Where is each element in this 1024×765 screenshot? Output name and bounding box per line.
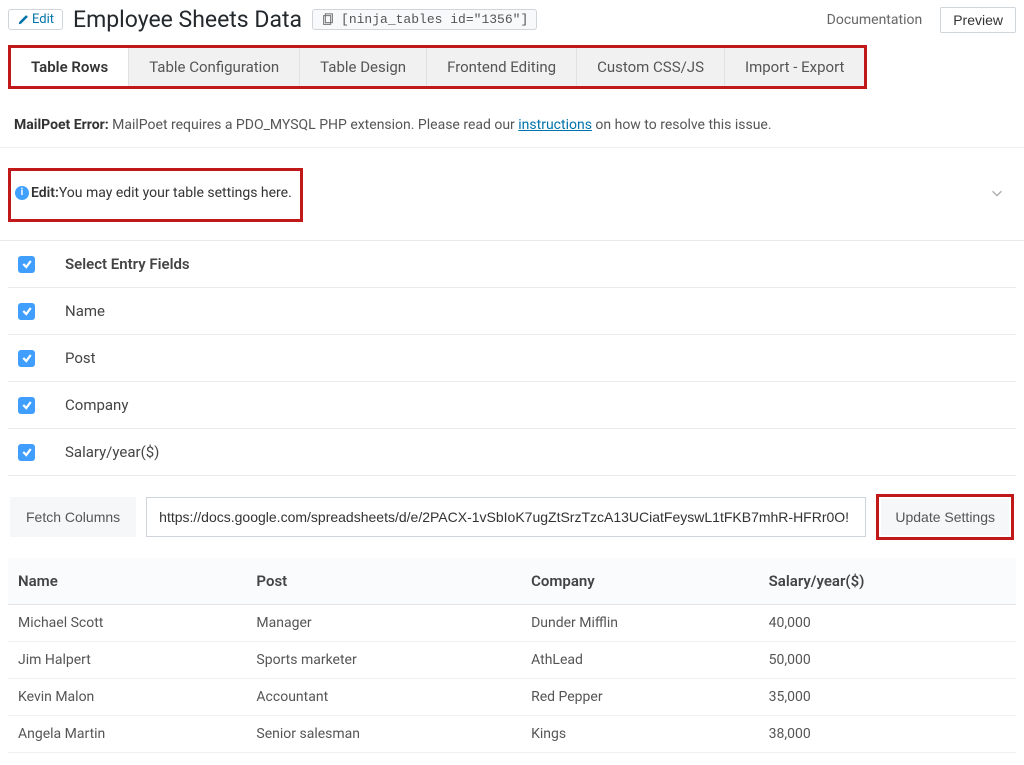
mailpoet-error-label: MailPoet Error: bbox=[14, 117, 109, 133]
table-cell: Kevin Malon bbox=[8, 679, 246, 716]
pencil-icon bbox=[17, 14, 29, 26]
settings-panel-header[interactable]: i Edit:You may edit your table settings … bbox=[0, 154, 1024, 241]
column-header[interactable]: Salary/year($) bbox=[759, 558, 1016, 605]
table-cell: 40,000 bbox=[759, 605, 1016, 642]
field-row: Company bbox=[8, 382, 1016, 429]
table-row: Kevin MalonAccountantRed Pepper35,000 bbox=[8, 679, 1016, 716]
table-cell: 50,000 bbox=[759, 642, 1016, 679]
mailpoet-error-tail: on how to resolve this issue. bbox=[592, 117, 772, 133]
select-all-checkbox[interactable] bbox=[18, 256, 35, 273]
page-header: Edit Employee Sheets Data [ninja_tables … bbox=[0, 0, 1024, 39]
data-table-wrap: NamePostCompanySalary/year($) Michael Sc… bbox=[0, 558, 1024, 765]
column-header[interactable]: Name bbox=[8, 558, 246, 605]
field-row: Salary/year($) bbox=[8, 429, 1016, 476]
tab-table-configuration[interactable]: Table Configuration bbox=[129, 48, 300, 86]
column-header[interactable]: Company bbox=[521, 558, 759, 605]
edit-hint-box: i Edit:You may edit your table settings … bbox=[8, 168, 303, 222]
fetch-columns-button[interactable]: Fetch Columns bbox=[10, 497, 136, 537]
data-table: NamePostCompanySalary/year($) Michael Sc… bbox=[8, 558, 1016, 753]
table-cell: Jim Halpert bbox=[8, 642, 246, 679]
table-cell: Red Pepper bbox=[521, 679, 759, 716]
edit-title-button[interactable]: Edit bbox=[8, 9, 63, 30]
table-cell: Dunder Mifflin bbox=[521, 605, 759, 642]
field-row: Name bbox=[8, 288, 1016, 335]
tab-table-design[interactable]: Table Design bbox=[300, 48, 427, 86]
tab-custom-css-js[interactable]: Custom CSS/JS bbox=[577, 48, 725, 86]
field-label: Post bbox=[65, 349, 96, 367]
copy-icon bbox=[321, 13, 335, 27]
field-checkbox[interactable] bbox=[18, 303, 35, 320]
tab-table-rows[interactable]: Table Rows bbox=[11, 48, 129, 86]
table-row: Michael ScottManagerDunder Mifflin40,000 bbox=[8, 605, 1016, 642]
table-cell: 38,000 bbox=[759, 716, 1016, 753]
update-settings-button[interactable]: Update Settings bbox=[881, 499, 1009, 535]
fields-header-row: Select Entry Fields bbox=[8, 241, 1016, 288]
page-title: Employee Sheets Data bbox=[73, 6, 302, 33]
table-cell: 35,000 bbox=[759, 679, 1016, 716]
table-cell: Manager bbox=[246, 605, 521, 642]
table-cell: Michael Scott bbox=[8, 605, 246, 642]
tab-import-export[interactable]: Import - Export bbox=[725, 48, 864, 86]
spreadsheet-url-input[interactable] bbox=[146, 497, 866, 537]
table-cell: Kings bbox=[521, 716, 759, 753]
mailpoet-error-text: MailPoet requires a PDO_MYSQL PHP extens… bbox=[109, 117, 519, 133]
action-bar: Fetch Columns Update Settings bbox=[0, 476, 1024, 558]
table-row: Jim HalpertSports marketerAthLead50,000 bbox=[8, 642, 1016, 679]
fields-section: Select Entry Fields Name Post Company Salar… bbox=[0, 241, 1024, 476]
shortcode-chip[interactable]: [ninja_tables id="1356"] bbox=[312, 9, 537, 30]
column-header[interactable]: Post bbox=[246, 558, 521, 605]
mailpoet-instructions-link[interactable]: instructions bbox=[518, 117, 592, 133]
edit-hint-text: You may edit your table settings here. bbox=[59, 185, 292, 201]
update-settings-highlight: Update Settings bbox=[876, 494, 1014, 540]
table-row: Angela MartinSenior salesmanKings38,000 bbox=[8, 716, 1016, 753]
preview-button[interactable]: Preview bbox=[940, 7, 1016, 33]
chevron-down-icon bbox=[990, 186, 1004, 204]
field-checkbox[interactable] bbox=[18, 397, 35, 414]
documentation-link[interactable]: Documentation bbox=[827, 12, 923, 28]
field-checkbox[interactable] bbox=[18, 350, 35, 367]
table-header-row: NamePostCompanySalary/year($) bbox=[8, 558, 1016, 605]
field-label: Salary/year($) bbox=[65, 443, 159, 461]
tab-frontend-editing[interactable]: Frontend Editing bbox=[427, 48, 577, 86]
fields-header-label: Select Entry Fields bbox=[65, 255, 190, 273]
table-cell: Accountant bbox=[246, 679, 521, 716]
table-cell: Senior salesman bbox=[246, 716, 521, 753]
field-label: Company bbox=[65, 396, 128, 414]
table-cell: Angela Martin bbox=[8, 716, 246, 753]
field-checkbox[interactable] bbox=[18, 444, 35, 461]
edit-title-label: Edit bbox=[32, 12, 54, 27]
tabs-bar: Table RowsTable ConfigurationTable Desig… bbox=[8, 45, 867, 89]
edit-hint-label: Edit: bbox=[31, 185, 59, 201]
field-row: Post bbox=[8, 335, 1016, 382]
mailpoet-notice: MailPoet Error: MailPoet requires a PDO_… bbox=[0, 103, 1024, 148]
table-cell: Sports marketer bbox=[246, 642, 521, 679]
field-label: Name bbox=[65, 302, 105, 320]
shortcode-text: [ninja_tables id="1356"] bbox=[341, 12, 528, 27]
info-icon: i bbox=[15, 186, 29, 200]
table-cell: AthLead bbox=[521, 642, 759, 679]
